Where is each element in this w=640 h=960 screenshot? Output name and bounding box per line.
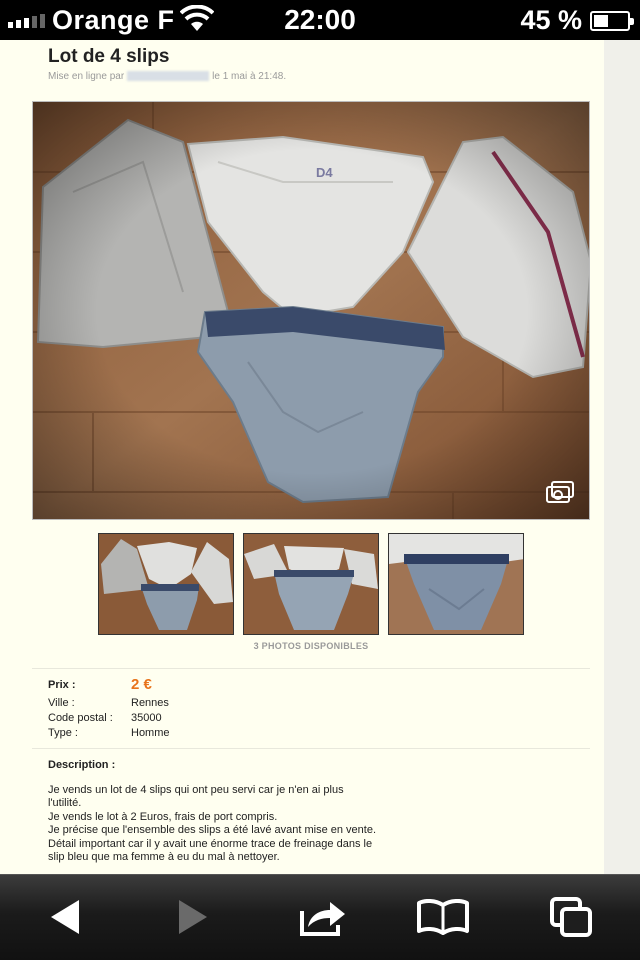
description-line: Je vends un lot de 4 slips qui ont peu s… (48, 784, 344, 796)
bookmarks-icon (417, 899, 469, 935)
description-line: Détail important car il y avait une énor… (48, 837, 373, 850)
type-label: Type : (48, 727, 78, 739)
ad-title: Lot de 4 slips (48, 46, 170, 67)
description-line: Je précise que l'ensemble des slips a ét… (48, 824, 377, 837)
thumbnail-3[interactable] (388, 533, 524, 635)
description-label: Description : (48, 759, 116, 771)
ad-content: Lot de 4 slips Mise en ligne par le 1 mai… (0, 40, 604, 874)
browser-toolbar (0, 874, 640, 960)
share-icon (300, 902, 345, 936)
separator (32, 748, 590, 749)
postal-code-value: 35000 (131, 712, 162, 724)
city-label: Ville : (48, 697, 75, 709)
web-page[interactable]: Lot de 4 slips Mise en ligne par le 1 mai… (0, 40, 640, 874)
bookmarks-button[interactable] (416, 895, 470, 939)
share-button[interactable] (296, 895, 350, 939)
city-value: Rennes (131, 697, 169, 709)
ad-meta: Mise en ligne par le 1 mai à 21:48. (48, 71, 286, 82)
type-value: Homme (131, 727, 170, 739)
status-bar: Orange F 22:00 45 % (0, 0, 640, 40)
thumbnail-1-image (99, 534, 233, 634)
blurred-username (127, 71, 210, 82)
page-gutter (604, 40, 640, 874)
meta-date: le 1 mai à 21:48. (212, 71, 287, 82)
description-text: Je vends un lot de 4 slips qui ont peu s… (48, 784, 418, 864)
battery-percent: 45 % (520, 5, 582, 35)
price-value: 2 € (131, 676, 152, 693)
tabs-icon (550, 897, 592, 937)
back-button[interactable] (38, 895, 92, 939)
thumbnail-2-image (244, 534, 378, 634)
description-line: slip bleu que ma femme à eu du mal à net… (48, 851, 280, 864)
thumbnail-strip (98, 533, 524, 635)
thumbnail-2[interactable] (243, 533, 379, 635)
description-line: l'utilité. (48, 797, 82, 810)
thumbnail-3-image (389, 534, 523, 634)
thumbnail-1[interactable] (98, 533, 234, 635)
tabs-button[interactable] (544, 895, 598, 939)
meta-prefix: Mise en ligne par (48, 71, 125, 82)
forward-arrow-icon (179, 900, 207, 934)
gallery-icon[interactable] (545, 479, 575, 505)
photo-count: 3 PHOTOS DISPONIBLES (253, 641, 369, 651)
description-line: Je vends le lot à 2 Euros, frais de port… (48, 810, 278, 823)
separator (32, 668, 590, 669)
price-label: Prix : (48, 679, 76, 691)
back-arrow-icon (51, 900, 79, 934)
main-photo[interactable]: D4 (32, 101, 590, 520)
main-photo-image: D4 (33, 102, 589, 519)
postal-code-label: Code postal : (48, 712, 113, 724)
battery-icon (590, 11, 634, 31)
forward-button[interactable] (166, 895, 220, 939)
